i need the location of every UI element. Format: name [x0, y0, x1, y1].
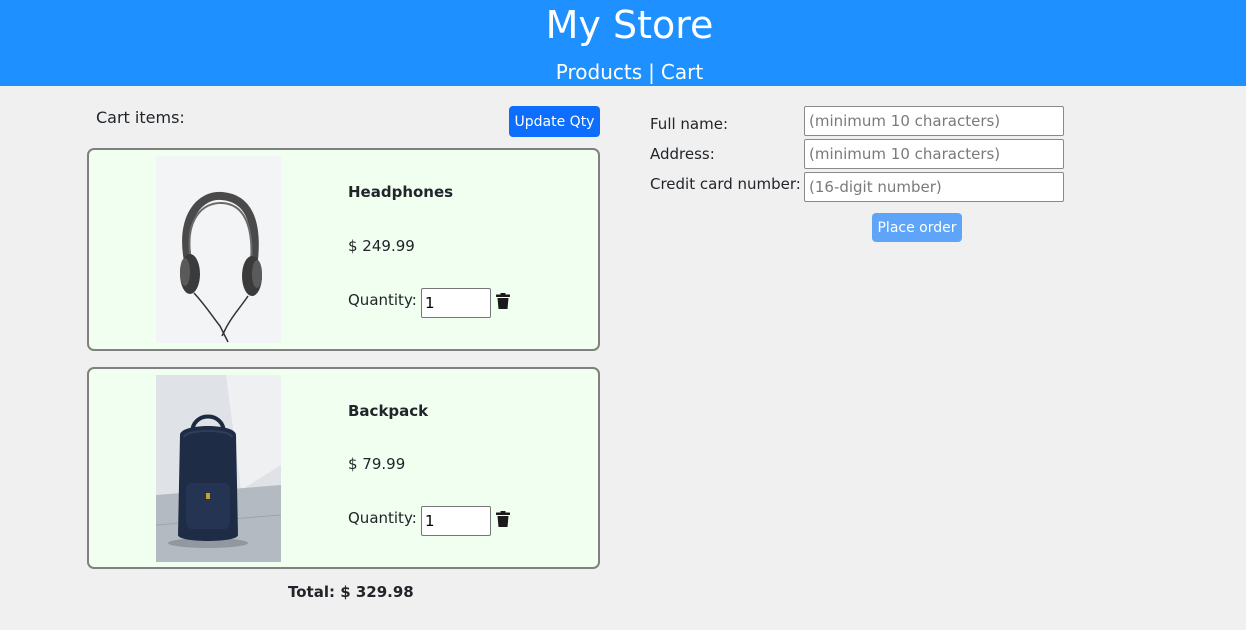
full-name-input[interactable]	[804, 106, 1064, 136]
quantity-label: Quantity:	[348, 291, 417, 309]
cart-item-card: Headphones $ 249.99 Quantity:	[87, 148, 600, 351]
product-price: $ 79.99	[348, 455, 406, 473]
place-order-button[interactable]: Place order	[872, 213, 962, 242]
quantity-label: Quantity:	[348, 509, 417, 527]
product-name: Backpack	[348, 402, 429, 420]
full-name-label: Full name:	[650, 115, 729, 133]
address-label: Address:	[650, 145, 715, 163]
trash-icon[interactable]	[496, 511, 510, 527]
credit-card-input[interactable]	[804, 172, 1064, 202]
main-nav: Products | Cart	[0, 59, 1246, 85]
address-input[interactable]	[804, 139, 1064, 169]
quantity-input[interactable]	[421, 506, 491, 536]
product-price: $ 249.99	[348, 237, 415, 255]
cart-item-card: Backpack $ 79.99 Quantity:	[87, 367, 600, 569]
cart-total: Total: $ 329.98	[288, 583, 414, 601]
site-header: My Store Products | Cart	[0, 0, 1246, 86]
cart-items-heading: Cart items:	[96, 108, 185, 127]
quantity-input[interactable]	[421, 288, 491, 318]
backpack-image	[156, 375, 281, 562]
nav-cart-link[interactable]: Cart	[661, 60, 703, 84]
credit-card-label: Credit card number:	[650, 175, 801, 193]
nav-separator: |	[648, 60, 655, 84]
update-qty-button[interactable]: Update Qty	[509, 106, 600, 137]
product-name: Headphones	[348, 183, 454, 201]
store-title: My Store	[545, 3, 714, 47]
trash-icon[interactable]	[496, 293, 510, 309]
nav-products-link[interactable]: Products	[556, 60, 642, 84]
headphones-image	[156, 156, 281, 343]
